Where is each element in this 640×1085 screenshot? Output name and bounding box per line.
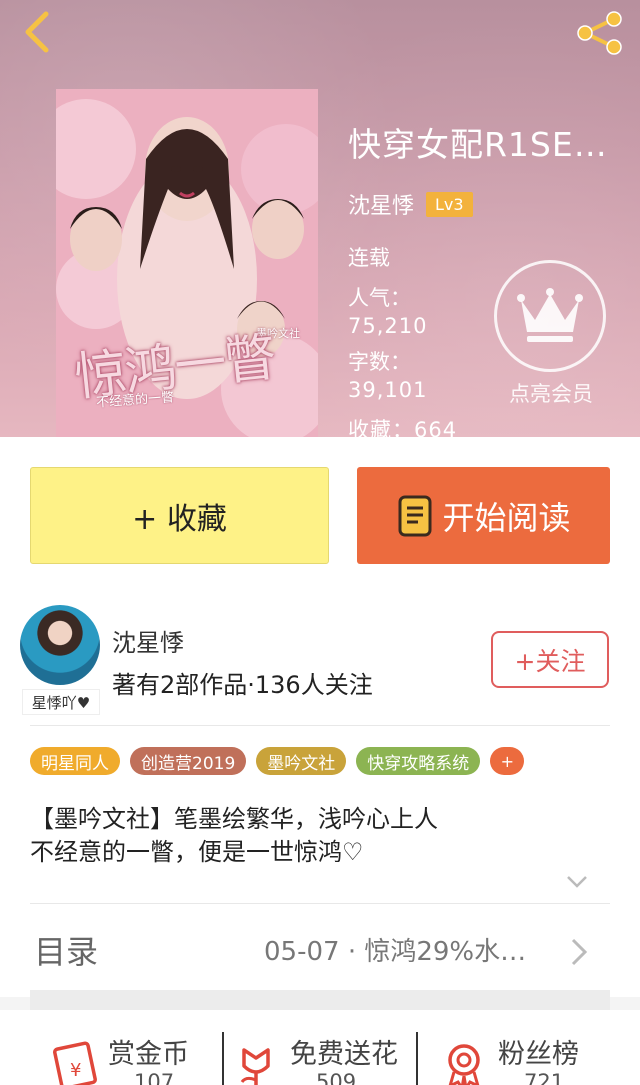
fan-ranking-button[interactable]: 粉丝榜 721: [440, 1028, 610, 1085]
reward-label: 赏金币: [108, 1039, 189, 1070]
start-reading-label: 开始阅读: [442, 498, 571, 537]
back-arrow-icon[interactable]: [18, 8, 58, 56]
book-title: 快穿女配R1SE…: [348, 125, 608, 164]
red-envelope-icon: ¥: [52, 1041, 97, 1085]
divider: [30, 903, 610, 904]
book-author[interactable]: 沈星悸: [348, 188, 414, 220]
follow-button[interactable]: +关注: [491, 631, 609, 688]
medal-icon: [448, 1044, 480, 1085]
detail-panel: + 收藏 开始阅读 星悸吖♥ 沈星悸 著有2部作品·136人关注 +关注 明星同…: [0, 437, 640, 997]
more-tags-button[interactable]: +: [490, 747, 525, 775]
author-name[interactable]: 沈星悸: [112, 623, 184, 658]
tag-2[interactable]: 墨吟文社: [256, 747, 347, 775]
toc-latest-chapter: 05-07 · 惊鸿29%水…: [264, 937, 527, 967]
crown-icon: [494, 260, 606, 372]
book-header: 墨吟文社 惊鸿一瞥 不经意的一瞥 快穿女配R1SE… 沈星悸 Lv3 连载 人气…: [0, 0, 640, 442]
separator: [416, 1032, 418, 1085]
flower-label: 免费送花: [290, 1039, 398, 1070]
fans-count: 721: [524, 1070, 565, 1085]
tag-3[interactable]: 快穿攻略系统: [356, 747, 481, 775]
tag-0[interactable]: 明星同人: [30, 747, 120, 775]
flower-count: 509: [316, 1070, 357, 1085]
author-meta: 著有2部作品·136人关注: [112, 671, 373, 699]
author-row: 沈星悸 Lv3: [348, 188, 618, 220]
svg-text:¥: ¥: [70, 1060, 81, 1081]
book-icon: [398, 495, 432, 536]
share-icon[interactable]: [570, 10, 630, 56]
vip-label: 点亮会员: [509, 382, 593, 406]
book-description: 【墨吟文社】笔墨绘繁华，浅吟心上人 不经意的一瞥，便是一世惊鸿♡: [30, 805, 438, 866]
favorites-count: 收藏：664: [348, 418, 458, 442]
chevron-down-icon[interactable]: [566, 875, 588, 889]
level-badge: Lv3: [426, 191, 473, 217]
bottom-action-bar: ¥ 赏金币 107 免费送花 509 粉丝榜 721: [0, 1010, 640, 1085]
avatar-badge: 星悸吖♥: [22, 689, 100, 715]
tag-list: 明星同人 创造营2019 墨吟文社 快穿攻略系统 +: [30, 747, 525, 775]
vip-button[interactable]: 点亮会员: [494, 260, 608, 410]
divider: [30, 725, 610, 726]
fans-label: 粉丝榜: [498, 1039, 579, 1070]
author-card: 星悸吖♥ 沈星悸 著有2部作品·136人关注 +关注: [20, 605, 620, 719]
section-gap: [30, 990, 610, 1010]
separator: [222, 1032, 224, 1085]
reward-count: 107: [134, 1070, 175, 1085]
collect-button[interactable]: + 收藏: [30, 467, 329, 564]
send-flower-button[interactable]: 免费送花 509: [232, 1028, 412, 1085]
avatar[interactable]: [20, 605, 100, 685]
toc-label: 目录: [34, 933, 99, 971]
tag-1[interactable]: 创造营2019: [130, 747, 247, 775]
chevron-right-icon: [571, 938, 588, 966]
book-cover[interactable]: 墨吟文社 惊鸿一瞥 不经意的一瞥: [56, 89, 318, 437]
book-detail-page: 墨吟文社 惊鸿一瞥 不经意的一瞥 快穿女配R1SE… 沈星悸 Lv3 连载 人气…: [0, 0, 640, 1085]
start-reading-button[interactable]: 开始阅读: [357, 467, 610, 564]
flower-icon: [240, 1048, 270, 1085]
reward-coins-button[interactable]: ¥ 赏金币 107: [50, 1028, 210, 1085]
